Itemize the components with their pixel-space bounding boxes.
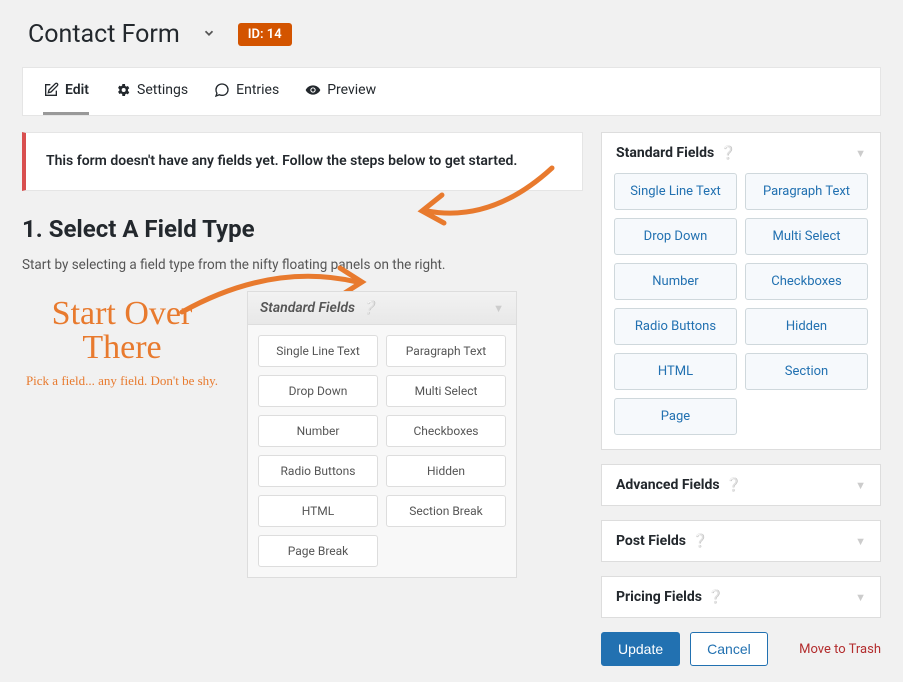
preview-field-button[interactable]: Multi Select [386, 375, 506, 407]
post-fields-panel: Post Fields ❔ ▼ [601, 520, 881, 562]
collapse-icon[interactable]: ▼ [855, 591, 866, 604]
post-fields-title: Post Fields [616, 533, 686, 549]
tab-edit-label: Edit [65, 82, 89, 98]
advanced-fields-title: Advanced Fields [616, 477, 720, 493]
preview-field-button[interactable]: Paragraph Text [386, 335, 506, 367]
form-switcher-chevron-icon[interactable] [198, 22, 220, 48]
preview-field-button[interactable]: Page Break [258, 535, 378, 567]
preview-field-button[interactable]: Radio Buttons [258, 455, 378, 487]
update-button[interactable]: Update [601, 632, 680, 666]
field-type-button[interactable]: Radio Buttons [614, 308, 737, 345]
help-icon[interactable]: ❔ [708, 590, 724, 605]
preview-field-button[interactable]: Number [258, 415, 378, 447]
field-type-button[interactable]: Checkboxes [745, 263, 868, 300]
tab-entries-label: Entries [236, 82, 279, 98]
pricing-fields-header[interactable]: Pricing Fields ❔ ▼ [602, 577, 880, 617]
pricing-fields-title: Pricing Fields [616, 589, 702, 605]
pricing-fields-panel: Pricing Fields ❔ ▼ [601, 576, 881, 618]
preview-field-button[interactable]: Single Line Text [258, 335, 378, 367]
collapse-icon[interactable]: ▼ [855, 535, 866, 548]
preview-field-button[interactable]: HTML [258, 495, 378, 527]
field-type-button[interactable]: HTML [614, 353, 737, 390]
field-type-button[interactable]: Drop Down [614, 218, 737, 255]
advanced-fields-header[interactable]: Advanced Fields ❔ ▼ [602, 465, 880, 505]
trash-link[interactable]: Move to Trash [799, 642, 881, 657]
preview-field-button[interactable]: Checkboxes [386, 415, 506, 447]
tab-settings[interactable]: Settings [115, 82, 188, 115]
help-icon[interactable]: ❔ [726, 478, 742, 493]
id-badge: ID: 14 [238, 23, 292, 46]
field-type-button[interactable]: Paragraph Text [745, 173, 868, 210]
advanced-fields-panel: Advanced Fields ❔ ▼ [601, 464, 881, 506]
field-type-button[interactable]: Hidden [745, 308, 868, 345]
page-title: Contact Form [28, 20, 180, 49]
comment-icon [214, 82, 230, 98]
preview-panel-header[interactable]: Standard Fields ❔ ▼ [248, 292, 516, 325]
step-heading: 1. Select A Field Type [22, 215, 583, 243]
standard-fields-grid: Single Line TextParagraph TextDrop DownM… [602, 173, 880, 449]
preview-field-button[interactable]: Drop Down [258, 375, 378, 407]
notice-box: This form doesn't have any fields yet. F… [22, 132, 583, 191]
standard-fields-header[interactable]: Standard Fields ❔ ▼ [602, 133, 880, 173]
field-type-button[interactable]: Single Line Text [614, 173, 737, 210]
collapse-icon[interactable]: ▼ [493, 302, 504, 315]
preview-fields-grid: Single Line TextParagraph TextDrop DownM… [248, 325, 516, 577]
standard-fields-panel: Standard Fields ❔ ▼ Single Line TextPara… [601, 132, 881, 450]
cancel-button[interactable]: Cancel [690, 632, 768, 666]
tab-edit[interactable]: Edit [43, 82, 89, 115]
edit-icon [43, 82, 59, 98]
help-icon[interactable]: ❔ [692, 534, 708, 549]
field-type-button[interactable]: Multi Select [745, 218, 868, 255]
standard-fields-title: Standard Fields [616, 145, 714, 161]
eye-icon [305, 82, 321, 98]
field-type-button[interactable]: Page [614, 398, 737, 435]
preview-fields-panel: Standard Fields ❔ ▼ Single Line TextPara… [247, 291, 517, 578]
collapse-icon[interactable]: ▼ [855, 479, 866, 492]
field-type-button[interactable]: Number [614, 263, 737, 300]
preview-field-button[interactable]: Section Break [386, 495, 506, 527]
handwriting-big: Start Over There [22, 297, 222, 365]
gear-icon [115, 82, 131, 98]
tab-preview[interactable]: Preview [305, 82, 376, 115]
collapse-icon[interactable]: ▼ [855, 147, 866, 160]
help-icon[interactable]: ❔ [361, 301, 377, 316]
tab-settings-label: Settings [137, 82, 188, 98]
step-description: Start by selecting a field type from the… [22, 257, 583, 273]
post-fields-header[interactable]: Post Fields ❔ ▼ [602, 521, 880, 561]
help-icon[interactable]: ❔ [720, 146, 736, 161]
notice-text: This form doesn't have any fields yet. F… [46, 151, 562, 172]
tab-preview-label: Preview [327, 82, 376, 98]
handwriting-small: Pick a field... any field. Don't be shy. [22, 373, 222, 390]
field-type-button[interactable]: Section [745, 353, 868, 390]
preview-panel-title: Standard Fields [260, 300, 355, 316]
tab-bar: Edit Settings Entries Preview [22, 67, 881, 116]
preview-field-button[interactable]: Hidden [386, 455, 506, 487]
tab-entries[interactable]: Entries [214, 82, 279, 115]
